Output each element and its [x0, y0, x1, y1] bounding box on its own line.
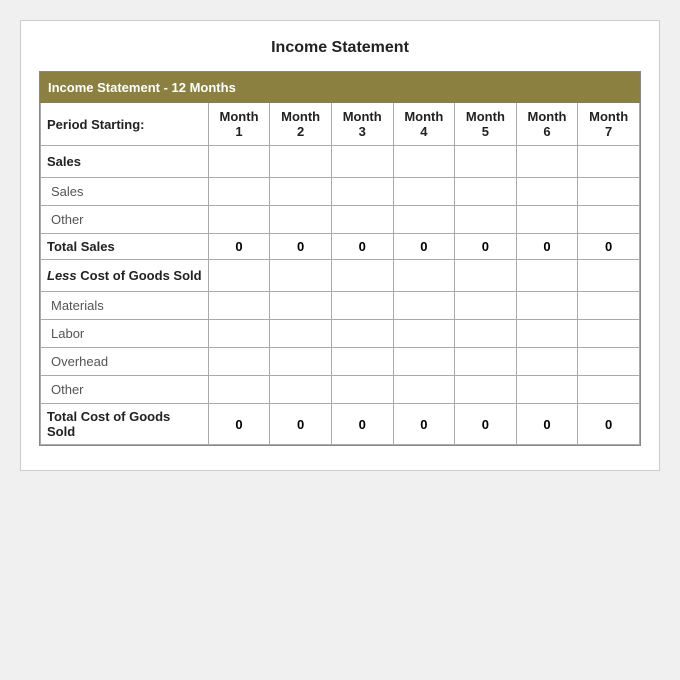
cogs-item-overhead: Overhead — [41, 348, 640, 376]
section-header: Income Statement - 12 Months — [40, 72, 640, 103]
sales-cat-m3 — [331, 146, 393, 178]
sales-cat-m4 — [393, 146, 455, 178]
sales-cat-m5 — [455, 146, 517, 178]
cogs-other-label: Other — [41, 376, 209, 404]
total-sales-m2: 0 — [270, 234, 332, 260]
total-sales-m6: 0 — [516, 234, 578, 260]
total-cogs-m1: 0 — [208, 404, 270, 445]
total-sales-m1: 0 — [208, 234, 270, 260]
cogs-item-materials: Materials — [41, 292, 640, 320]
cogs-item-labor: Labor — [41, 320, 640, 348]
sales-cat-m6 — [516, 146, 578, 178]
total-sales-m3: 0 — [331, 234, 393, 260]
total-cogs-m5: 0 — [455, 404, 517, 445]
total-cogs-m7: 0 — [578, 404, 640, 445]
sales-cat-m7 — [578, 146, 640, 178]
sales-item-other: Other — [41, 206, 640, 234]
income-table: Period Starting: Month 1 Month 2 Month 3… — [40, 103, 640, 445]
cogs-materials-label: Materials — [41, 292, 209, 320]
cogs-label-rest: Cost of Goods Sold — [77, 268, 202, 283]
header-row: Period Starting: Month 1 Month 2 Month 3… — [41, 103, 640, 146]
sales-item-sales: Sales — [41, 178, 640, 206]
total-cogs-row: Total Cost of Goods Sold 0 0 0 0 0 0 0 — [41, 404, 640, 445]
sales-category-label: Sales — [41, 146, 209, 178]
total-cogs-m3: 0 — [331, 404, 393, 445]
sales-cat-m2 — [270, 146, 332, 178]
total-cogs-m2: 0 — [270, 404, 332, 445]
col-month-5: Month 5 — [455, 103, 517, 146]
total-sales-m7: 0 — [578, 234, 640, 260]
period-label: Period Starting: — [41, 103, 209, 146]
sales-item-other-label: Other — [41, 206, 209, 234]
total-sales-m4: 0 — [393, 234, 455, 260]
total-sales-row: Total Sales 0 0 0 0 0 0 0 — [41, 234, 640, 260]
col-month-3: Month 3 — [331, 103, 393, 146]
total-sales-label: Total Sales — [41, 234, 209, 260]
cogs-labor-label: Labor — [41, 320, 209, 348]
page: Income Statement Income Statement - 12 M… — [20, 20, 660, 471]
cogs-category-row: Less Cost of Goods Sold — [41, 260, 640, 292]
total-cogs-m4: 0 — [393, 404, 455, 445]
cogs-italic-label: Less — [47, 268, 77, 283]
cogs-item-other: Other — [41, 376, 640, 404]
page-title: Income Statement — [39, 39, 641, 57]
col-month-6: Month 6 — [516, 103, 578, 146]
col-month-2: Month 2 — [270, 103, 332, 146]
col-month-4: Month 4 — [393, 103, 455, 146]
cogs-category-label: Less Cost of Goods Sold — [41, 260, 209, 292]
total-cogs-m6: 0 — [516, 404, 578, 445]
cogs-overhead-label: Overhead — [41, 348, 209, 376]
total-cogs-label: Total Cost of Goods Sold — [41, 404, 209, 445]
col-month-7: Month 7 — [578, 103, 640, 146]
total-sales-m5: 0 — [455, 234, 517, 260]
table-wrapper: Income Statement - 12 Months Period Star… — [39, 71, 641, 446]
col-month-1: Month 1 — [208, 103, 270, 146]
sales-cat-m1 — [208, 146, 270, 178]
sales-item-sales-label: Sales — [41, 178, 209, 206]
sales-category-row: Sales — [41, 146, 640, 178]
